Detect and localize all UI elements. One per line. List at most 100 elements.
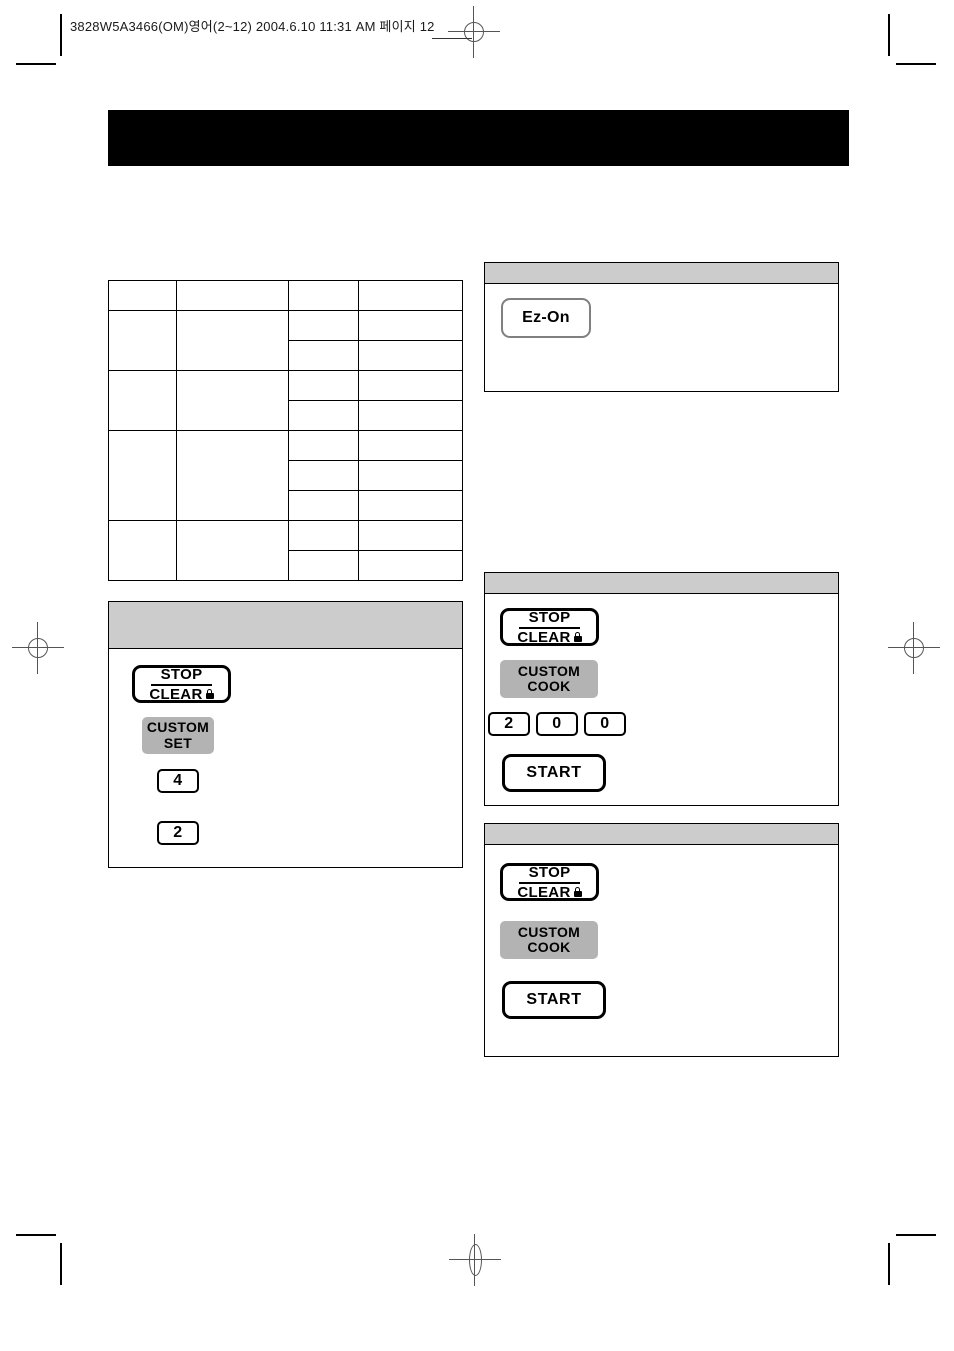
crop-mark-bottom-left-vertical bbox=[60, 1243, 62, 1285]
key-custom-set[interactable]: CUSTOM SET bbox=[142, 717, 214, 754]
panel-body: Ez-On bbox=[485, 284, 838, 391]
key-start[interactable]: START bbox=[502, 754, 606, 792]
table-row bbox=[108, 310, 463, 371]
key-ez-on[interactable]: Ez-On bbox=[501, 298, 591, 338]
key-digit-0-first[interactable]: 0 bbox=[536, 712, 578, 736]
table-cell-value bbox=[288, 400, 359, 431]
key-custom-set-label-line1: CUSTOM bbox=[146, 719, 210, 736]
key-stop-clear[interactable]: STOP CLEAR bbox=[132, 665, 231, 703]
table-cell-category bbox=[108, 310, 177, 371]
key-custom-cook-label-line2: COOK bbox=[527, 678, 571, 694]
table-cell-value bbox=[288, 430, 359, 461]
key-stop-label: STOP bbox=[150, 666, 213, 686]
table-cell-description bbox=[176, 370, 289, 431]
table-cell-detail bbox=[358, 400, 463, 431]
registration-mark-circle bbox=[464, 22, 484, 42]
key-clear-label: CLEAR bbox=[149, 685, 203, 703]
specification-table bbox=[108, 280, 463, 581]
crop-mark-top-left-vertical bbox=[60, 14, 62, 56]
key-digit-0-second-label: 0 bbox=[600, 715, 610, 732]
key-clear-row: CLEAR bbox=[149, 685, 214, 703]
crop-mark-top-left-horizontal bbox=[16, 63, 56, 65]
manual-page: 3828W5A3466(OM)영어(2~12) 2004.6.10 11:31 … bbox=[0, 0, 954, 1351]
specification-table-body bbox=[108, 280, 463, 581]
table-cell-value bbox=[288, 340, 359, 371]
key-stop-clear[interactable]: STOP CLEAR bbox=[500, 863, 599, 901]
table-cell-detail bbox=[358, 520, 463, 551]
key-clear-label: CLEAR bbox=[517, 628, 571, 646]
table-cell-value bbox=[288, 280, 359, 311]
lock-icon bbox=[205, 689, 214, 700]
key-number-4-label: 4 bbox=[173, 772, 183, 789]
table-cell-detail bbox=[358, 430, 463, 461]
key-digit-2-label: 2 bbox=[504, 715, 514, 732]
crop-mark-top-right-vertical bbox=[888, 14, 890, 56]
key-number-4[interactable]: 4 bbox=[157, 769, 199, 793]
table-cell-detail bbox=[358, 310, 463, 341]
panel-custom-cook-start-sequence: STOP CLEAR CUSTOM COOK START bbox=[484, 823, 839, 1057]
key-digit-0-second[interactable]: 0 bbox=[584, 712, 626, 736]
registration-mark-circle bbox=[469, 1244, 482, 1276]
key-custom-set-label-line2: SET bbox=[163, 734, 193, 751]
table-cell-value bbox=[288, 520, 359, 551]
print-slug-rule bbox=[432, 38, 472, 39]
table-cell-category bbox=[108, 430, 177, 521]
key-custom-cook[interactable]: CUSTOM COOK bbox=[500, 660, 598, 698]
key-digit-2[interactable]: 2 bbox=[488, 712, 530, 736]
table-cell-description bbox=[176, 520, 289, 581]
key-ez-on-label: Ez-On bbox=[522, 309, 570, 326]
table-cell-value bbox=[288, 490, 359, 521]
key-custom-cook[interactable]: CUSTOM COOK bbox=[500, 921, 598, 959]
key-stop-label: STOP bbox=[518, 864, 581, 884]
table-cell-detail bbox=[358, 280, 463, 311]
panel-custom-set-sequence: STOP CLEAR CUSTOM SET 4 2 bbox=[108, 601, 463, 868]
lock-body bbox=[573, 636, 582, 643]
crop-mark-bottom-right-vertical bbox=[888, 1243, 890, 1285]
lock-body bbox=[205, 693, 214, 700]
table-cell-description bbox=[176, 310, 289, 371]
table-row bbox=[108, 430, 463, 521]
key-digit-0-first-label: 0 bbox=[552, 715, 562, 732]
table-cell-detail bbox=[358, 550, 463, 581]
registration-mark-left bbox=[12, 622, 64, 674]
table-cell-description bbox=[176, 280, 289, 311]
panel-custom-cook-200-sequence: STOP CLEAR CUSTOM COOK 2 0 0 START bbox=[484, 572, 839, 806]
lock-icon bbox=[573, 887, 582, 898]
key-clear-row: CLEAR bbox=[517, 884, 582, 901]
key-custom-cook-label-line1: CUSTOM bbox=[517, 923, 581, 940]
crop-mark-bottom-right-horizontal bbox=[896, 1234, 936, 1236]
table-row bbox=[108, 280, 463, 311]
panel-ez-on: Ez-On bbox=[484, 262, 839, 392]
table-cell-value bbox=[288, 370, 359, 401]
table-cell-value bbox=[288, 310, 359, 341]
table-row bbox=[108, 520, 463, 581]
key-clear-row: CLEAR bbox=[517, 628, 582, 646]
key-stop-clear[interactable]: STOP CLEAR bbox=[500, 608, 599, 646]
table-row bbox=[108, 370, 463, 431]
panel-header-bar bbox=[485, 824, 838, 845]
table-cell-description bbox=[176, 430, 289, 521]
panel-header-bar bbox=[485, 263, 838, 284]
panel-body: STOP CLEAR CUSTOM COOK 2 0 0 START bbox=[485, 594, 838, 805]
lock-icon bbox=[573, 632, 582, 643]
key-number-2[interactable]: 2 bbox=[157, 821, 199, 845]
table-cell-category bbox=[108, 520, 177, 581]
key-start-label: START bbox=[526, 764, 582, 781]
key-custom-cook-label-line1: CUSTOM bbox=[517, 662, 581, 679]
panel-body: STOP CLEAR CUSTOM SET 4 2 bbox=[109, 649, 462, 867]
print-slug-line: 3828W5A3466(OM)영어(2~12) 2004.6.10 11:31 … bbox=[70, 19, 435, 34]
key-stop-label: STOP bbox=[518, 609, 581, 629]
registration-mark-top bbox=[448, 6, 500, 58]
table-cell-category bbox=[108, 370, 177, 431]
key-start[interactable]: START bbox=[502, 981, 606, 1019]
lock-body bbox=[573, 891, 582, 898]
table-cell-category bbox=[108, 280, 177, 311]
panel-header-bar bbox=[485, 573, 838, 594]
section-title-bar bbox=[108, 110, 849, 166]
key-custom-cook-label-line2: COOK bbox=[527, 939, 571, 955]
panel-header-bar bbox=[109, 602, 462, 649]
table-cell-value bbox=[288, 550, 359, 581]
crop-mark-bottom-left-horizontal bbox=[16, 1234, 56, 1236]
key-start-label: START bbox=[526, 991, 582, 1008]
table-cell-detail bbox=[358, 340, 463, 371]
